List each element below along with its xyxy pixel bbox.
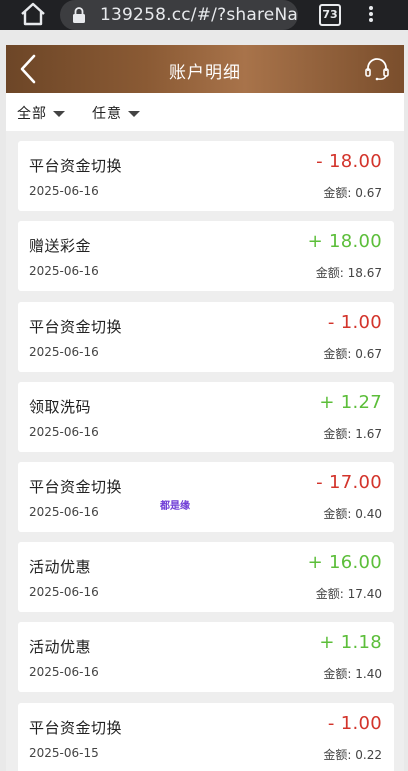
record-date: 2025-06-16 — [29, 184, 99, 198]
record-balance: 金额: 17.40 — [315, 587, 382, 601]
record-date: 2025-06-16 — [29, 585, 99, 599]
filter-bar: 全部 任意 — [6, 93, 404, 131]
browser-toolbar: 139258.cc/#/?shareNam 73 — [0, 0, 408, 30]
list-item[interactable]: 平台资金切换 2025-06-15 - 1.00 金额: 0.22 — [18, 703, 394, 771]
record-type: 平台资金切换 — [29, 318, 123, 336]
record-balance: 金额: 0.40 — [323, 507, 382, 521]
chevron-down-icon — [128, 111, 140, 117]
app-screen: 账户明细 全部 任意 平台资金切换 2025-06-16 - 18.00 金额:… — [6, 45, 404, 771]
tab-switcher-button[interactable]: 73 — [319, 4, 341, 26]
list-item[interactable]: 活动优惠 2025-06-16 + 1.18 金额: 1.40 — [18, 622, 394, 692]
record-type: 平台资金切换 — [29, 157, 123, 175]
record-amount: - 1.00 — [327, 312, 382, 333]
record-balance: 金额: 0.67 — [323, 347, 382, 361]
record-type: 平台资金切换 — [29, 719, 123, 737]
period-filter-dropdown[interactable]: 任意 — [92, 103, 140, 123]
record-amount: - 18.00 — [316, 151, 382, 172]
list-item[interactable]: 平台资金切换 2025-06-16 - 18.00 金额: 0.67 — [18, 141, 394, 211]
chevron-down-icon — [53, 111, 65, 117]
record-date: 2025-06-16 — [29, 264, 99, 278]
period-filter-label: 任意 — [92, 106, 122, 122]
record-balance: 金额: 18.67 — [315, 266, 382, 280]
record-type: 平台资金切换 — [29, 478, 123, 496]
header-bar: 账户明细 — [6, 45, 404, 93]
record-amount: - 1.00 — [327, 713, 382, 734]
overlay-text: 都是缘 — [160, 501, 190, 512]
record-date: 2025-06-15 — [29, 746, 99, 760]
record-balance: 金额: 0.67 — [323, 186, 382, 200]
record-type: 活动优惠 — [29, 558, 92, 576]
record-amount: + 18.00 — [307, 231, 382, 252]
record-balance: 金额: 1.67 — [323, 427, 382, 441]
record-date: 2025-06-16 — [29, 665, 99, 679]
list-item[interactable]: 赠送彩金 2025-06-16 + 18.00 金额: 18.67 — [18, 221, 394, 291]
list-item[interactable]: 活动优惠 2025-06-16 + 16.00 金额: 17.40 — [18, 542, 394, 612]
record-date: 2025-06-16 — [29, 345, 99, 359]
lock-icon — [72, 7, 86, 23]
record-type: 领取洗码 — [29, 398, 92, 416]
more-menu-icon[interactable] — [366, 4, 376, 26]
list-item[interactable]: 平台资金切换 2025-06-16 - 17.00 金额: 0.40 — [18, 462, 394, 532]
record-amount: - 17.00 — [316, 472, 382, 493]
record-type: 赠送彩金 — [29, 237, 92, 255]
record-amount: + 1.27 — [319, 392, 382, 413]
address-bar[interactable]: 139258.cc/#/?shareNam — [60, 0, 298, 30]
page-title: 账户明细 — [169, 63, 241, 83]
url-text: 139258.cc/#/?shareNam — [100, 5, 298, 25]
list-item[interactable]: 平台资金切换 2025-06-16 - 1.00 金额: 0.67 — [18, 302, 394, 372]
category-filter-dropdown[interactable]: 全部 — [17, 103, 65, 123]
record-amount: + 16.00 — [307, 552, 382, 573]
customer-service-icon[interactable] — [364, 57, 390, 81]
category-filter-label: 全部 — [17, 106, 47, 122]
record-balance: 金额: 1.40 — [323, 667, 382, 681]
record-amount: + 1.18 — [319, 632, 382, 653]
record-balance: 金额: 0.22 — [323, 748, 382, 762]
list-item[interactable]: 领取洗码 2025-06-16 + 1.27 金额: 1.67 — [18, 382, 394, 452]
record-date: 2025-06-16 — [29, 505, 99, 519]
record-type: 活动优惠 — [29, 638, 92, 656]
home-icon[interactable] — [18, 2, 48, 26]
record-date: 2025-06-16 — [29, 425, 99, 439]
